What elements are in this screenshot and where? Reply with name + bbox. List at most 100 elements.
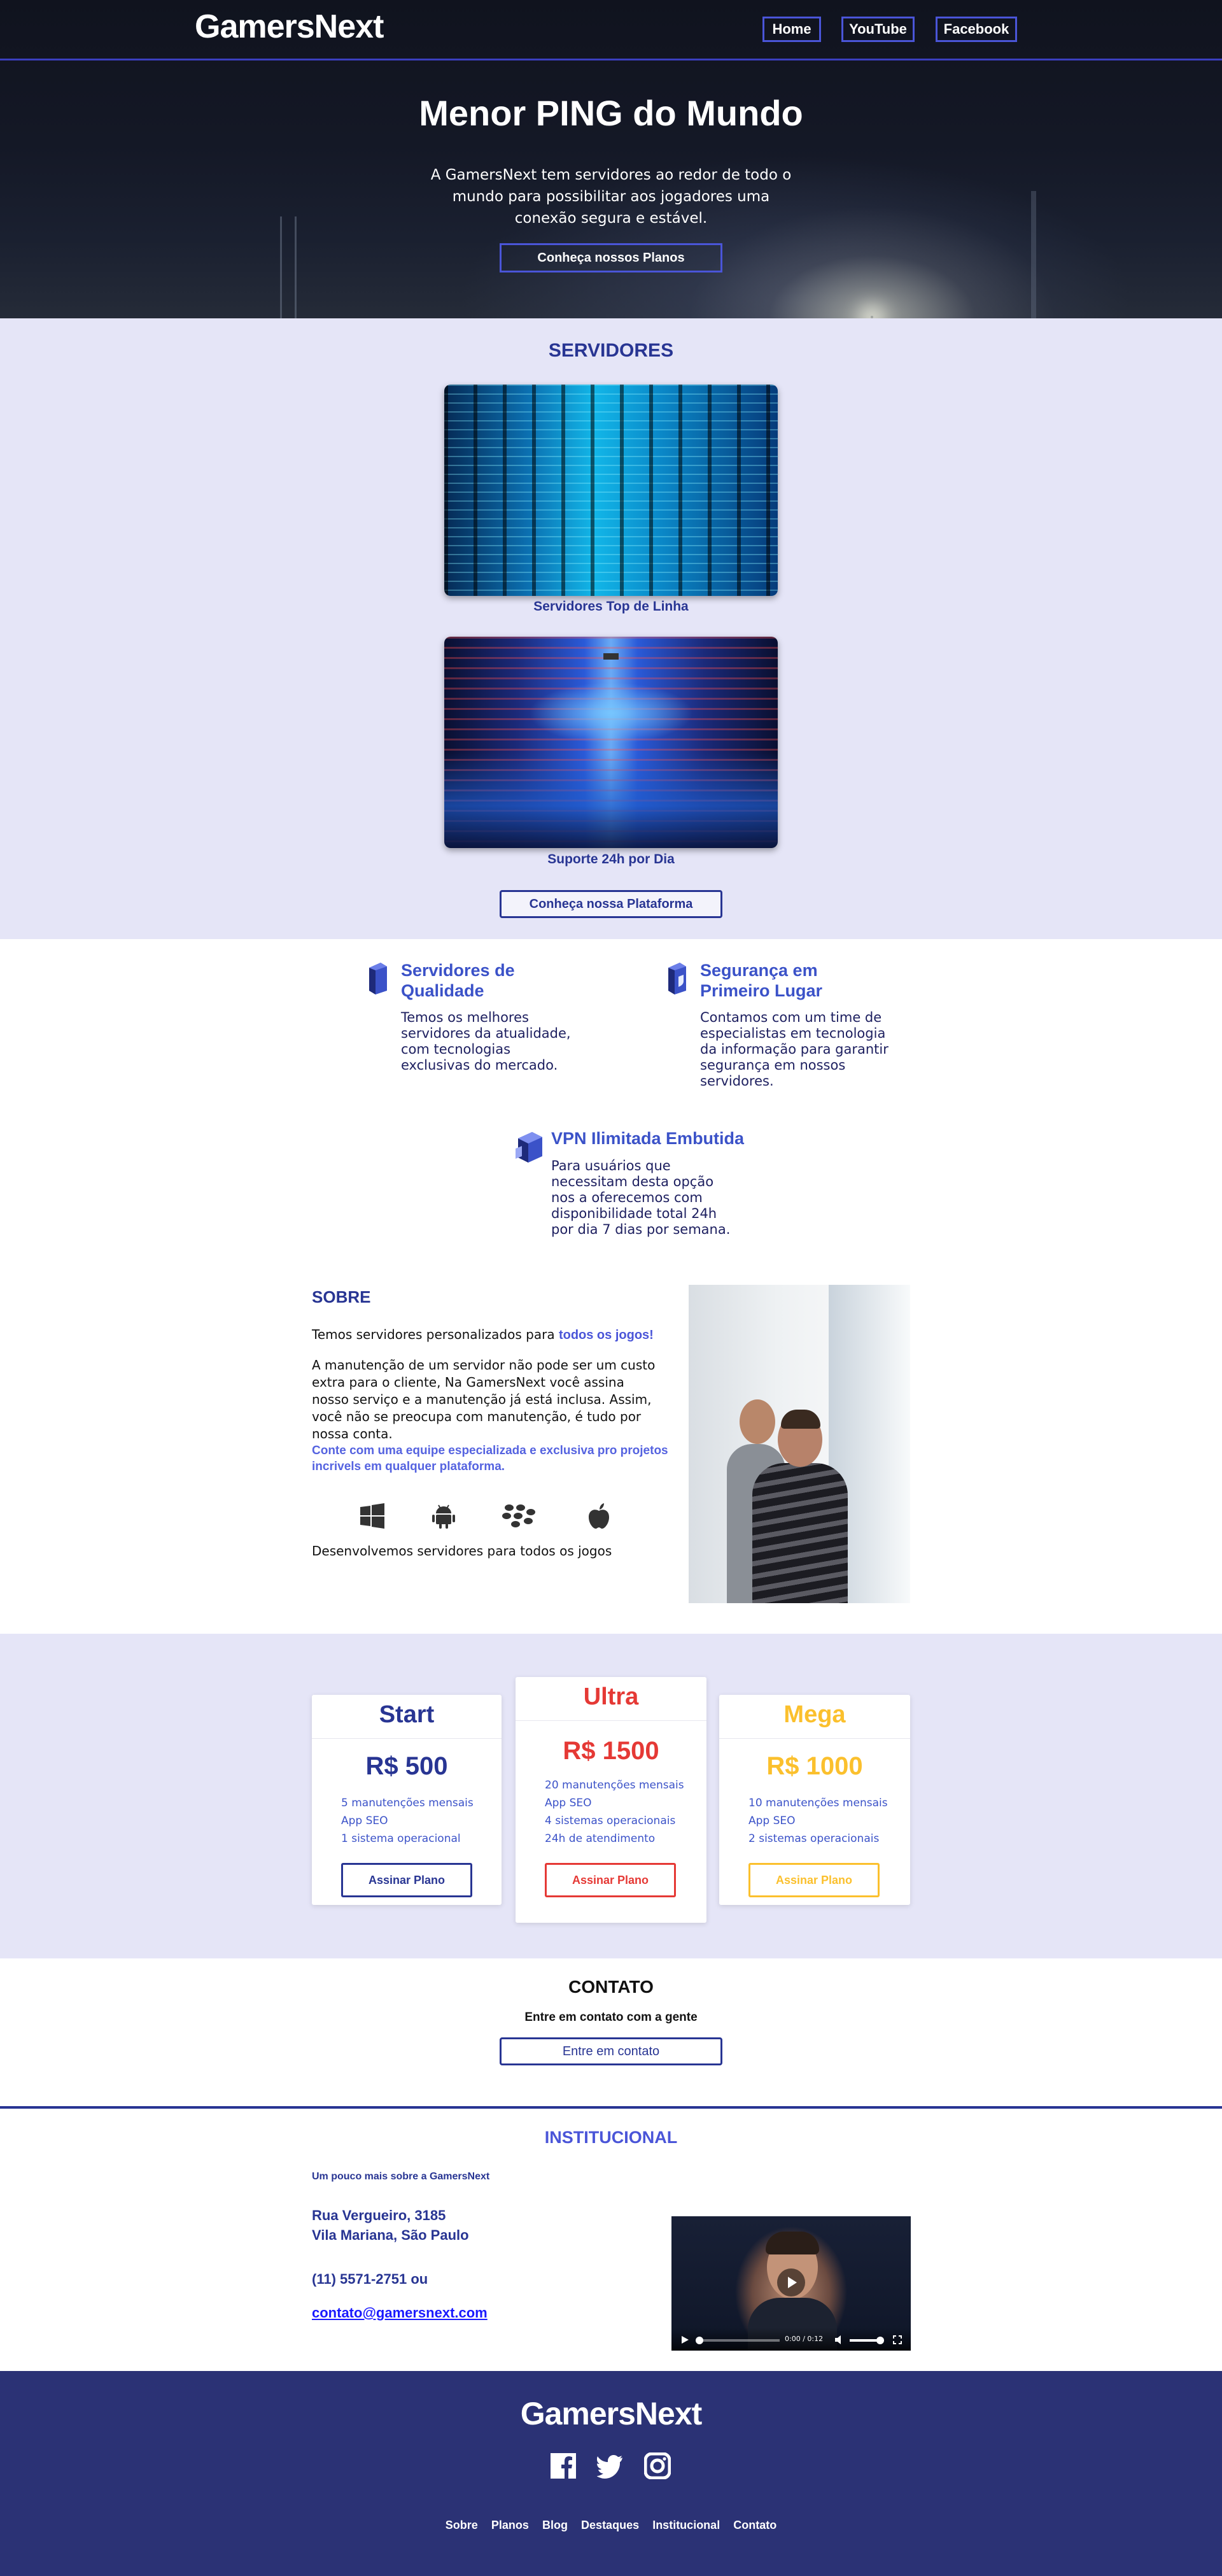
plan-divider xyxy=(719,1738,910,1739)
subscribe-mega-button[interactable]: Assinar Plano xyxy=(748,1863,880,1897)
progress-handle[interactable] xyxy=(696,2337,703,2344)
video-controls: 0:00 / 0:12 xyxy=(671,2328,911,2351)
plan-divider xyxy=(312,1738,502,1739)
plan-feature: 10 manutenções mensais xyxy=(748,1797,888,1809)
about-title: SOBRE xyxy=(312,1287,371,1306)
contact-button[interactable]: Entre em contato xyxy=(500,2037,722,2065)
play-overlay-button[interactable] xyxy=(777,2268,805,2296)
logo[interactable]: GamersNext xyxy=(195,8,384,46)
security-server-icon xyxy=(668,963,686,994)
plan-card-mega: Mega R$ 1000 10 manutenções mensais App … xyxy=(719,1695,910,1905)
hero-section: GamersNext Home YouTube Facebook Menor P… xyxy=(0,0,1222,318)
progress-bar[interactable] xyxy=(697,2339,780,2342)
about-paragraph-2: A manutenção de um servidor não pode ser… xyxy=(312,1357,656,1441)
institutional-title: INSTITUCIONAL xyxy=(544,2128,678,2147)
nav-home[interactable]: Home xyxy=(762,17,821,42)
footer: GamersNext Sobre Planos Blog Destaques I… xyxy=(0,2371,1222,2576)
institutional-subtitle: Um pouco mais sobre a GamersNext xyxy=(312,2171,490,2182)
feature-text-quality: Temos os melhores servidores da atualida… xyxy=(401,1010,571,1073)
plan-price: R$ 1000 xyxy=(766,1752,863,1780)
volume-slider[interactable] xyxy=(850,2339,879,2342)
video-person-hair xyxy=(766,2232,819,2254)
address-line: Vila Mariana, São Paulo xyxy=(312,2227,469,2243)
plan-features: 10 manutenções mensais App SEO 2 sistema… xyxy=(748,1794,888,1848)
team-photo xyxy=(689,1285,910,1603)
about-p1-highlight: todos os jogos! xyxy=(558,1328,654,1342)
plan-divider xyxy=(516,1720,706,1721)
feature-title-security: Segurança em Primeiro Lugar xyxy=(700,961,823,1000)
top-navbar: GamersNext Home YouTube Facebook xyxy=(0,0,1222,60)
footer-link-contato[interactable]: Contato xyxy=(733,2519,776,2532)
video-time: 0:00 / 0:12 xyxy=(785,2335,824,2343)
plans-section: Start R$ 500 5 manutenções mensais App S… xyxy=(0,1634,1222,1958)
video-player[interactable]: 0:00 / 0:12 xyxy=(671,2216,911,2351)
plan-feature: 2 sistemas operacionais xyxy=(748,1832,880,1845)
blackberry-icon xyxy=(502,1504,535,1527)
footer-links: Sobre Planos Blog Destaques Instituciona… xyxy=(0,2519,1222,2532)
person-right-body xyxy=(752,1463,848,1603)
footer-link-planos[interactable]: Planos xyxy=(491,2519,529,2532)
play-icon xyxy=(788,2277,797,2288)
plan-feature: 20 manutenções mensais xyxy=(545,1779,684,1792)
plan-price: R$ 1500 xyxy=(563,1737,659,1765)
fullscreen-icon[interactable] xyxy=(893,2335,902,2344)
plan-price: R$ 500 xyxy=(365,1752,448,1780)
footer-link-destaques[interactable]: Destaques xyxy=(581,2519,639,2532)
plan-card-ultra: Ultra R$ 1500 20 manutenções mensais App… xyxy=(516,1677,706,1923)
contact-subtitle: Entre em contato com a gente xyxy=(524,2011,698,2024)
about-footer-text: Desenvolvemos servidores para todos os j… xyxy=(312,1543,612,1559)
server-caption-1: Servidores Top de Linha xyxy=(533,599,689,614)
feature-title-vpn: VPN Ilimitada Embutida xyxy=(551,1129,745,1148)
plan-feature: App SEO xyxy=(545,1797,592,1809)
datacenter-image xyxy=(444,637,778,848)
person-right-hair xyxy=(781,1410,820,1429)
apple-icon xyxy=(589,1503,609,1529)
about-p1-text: Temos servidores personalizados para xyxy=(312,1327,559,1342)
hero-text: A GamersNext tem servidores ao redor de … xyxy=(430,167,792,227)
servers-section: SERVIDORES Servidores Top de Linha Supor… xyxy=(0,318,1222,939)
instagram-icon[interactable] xyxy=(644,2452,671,2479)
plan-feature: 24h de atendimento xyxy=(545,1832,656,1845)
vpn-cube-icon xyxy=(516,1132,542,1163)
play-control-icon[interactable] xyxy=(680,2335,689,2344)
email-link[interactable]: contato@gamersnext.com xyxy=(312,2305,488,2321)
volume-handle[interactable] xyxy=(876,2337,884,2344)
footer-logo[interactable]: GamersNext xyxy=(0,2395,1222,2432)
servers-title: SERVIDORES xyxy=(548,340,674,361)
platform-cta-button[interactable]: Conheça nossa Plataforma xyxy=(500,890,722,918)
plan-feature: 5 manutenções mensais xyxy=(341,1797,474,1809)
plan-feature: 4 sistemas operacionais xyxy=(545,1815,676,1827)
plan-name: Start xyxy=(379,1701,435,1728)
plans-cta-button[interactable]: Conheça nossos Planos xyxy=(500,243,722,272)
address-line: Rua Vergueiro, 3185 xyxy=(312,2207,446,2223)
server-rack-image xyxy=(444,385,778,596)
subscribe-ultra-button[interactable]: Assinar Plano xyxy=(545,1863,676,1897)
server-icon xyxy=(369,963,387,994)
android-icon xyxy=(432,1504,455,1529)
footer-link-institucional[interactable]: Institucional xyxy=(652,2519,720,2532)
address: Rua Vergueiro, 3185 Vila Mariana, São Pa… xyxy=(312,2205,469,2245)
plan-feature: 1 sistema operacional xyxy=(341,1832,461,1845)
nav-facebook[interactable]: Facebook xyxy=(936,17,1017,42)
facebook-icon[interactable] xyxy=(550,2452,577,2479)
about-highlight: Conte com uma equipe especializada e exc… xyxy=(312,1444,668,1473)
plan-name: Mega xyxy=(783,1701,846,1728)
windows-icon xyxy=(360,1503,384,1529)
footer-link-sobre[interactable]: Sobre xyxy=(446,2519,478,2532)
hero-title: Menor PING do Mundo xyxy=(419,93,803,133)
nav-youtube[interactable]: YouTube xyxy=(841,17,915,42)
feature-text-vpn: Para usuários que necessitam desta opção… xyxy=(551,1158,731,1237)
plan-features: 20 manutenções mensais App SEO 4 sistema… xyxy=(545,1776,684,1848)
plan-name: Ultra xyxy=(583,1683,639,1710)
feature-text-security: Contamos com um time de especialistas em… xyxy=(700,1010,888,1089)
footer-link-blog[interactable]: Blog xyxy=(542,2519,568,2532)
plan-card-start: Start R$ 500 5 manutenções mensais App S… xyxy=(312,1695,502,1905)
phone-number: (11) 5571-2751 ou xyxy=(312,2271,428,2287)
subscribe-start-button[interactable]: Assinar Plano xyxy=(341,1863,472,1897)
person-left-head xyxy=(740,1399,775,1444)
contact-title: CONTATO xyxy=(568,1977,654,1997)
twitter-icon[interactable] xyxy=(597,2452,624,2479)
volume-icon[interactable] xyxy=(834,2335,845,2344)
plan-feature: App SEO xyxy=(341,1815,388,1827)
hero-background-pole xyxy=(1031,191,1036,318)
